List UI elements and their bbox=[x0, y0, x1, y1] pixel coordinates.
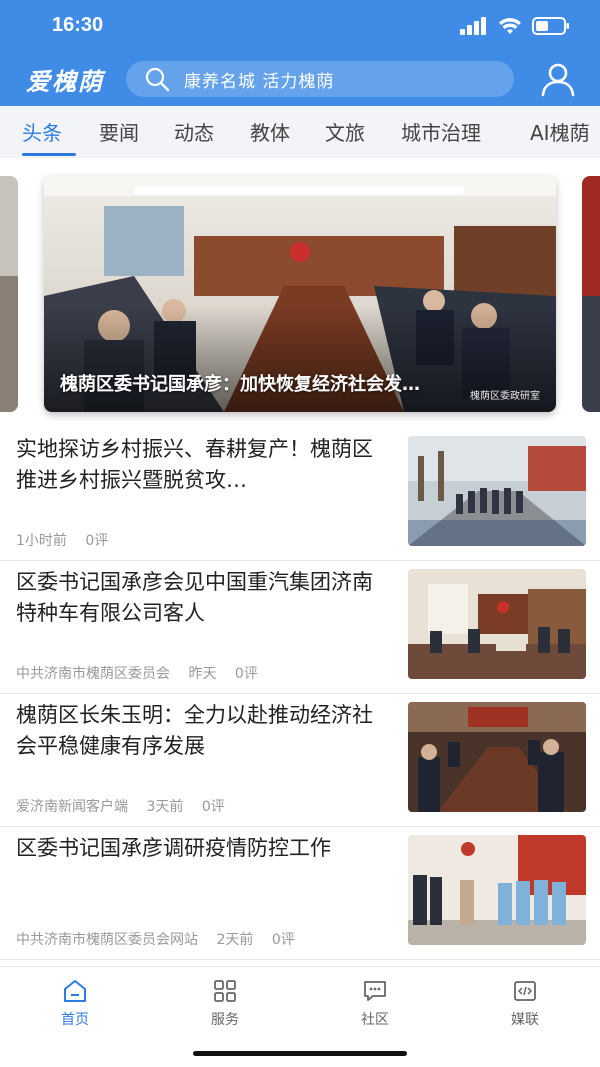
news-title[interactable]: 槐荫区长朱玉明：全力以赴推动经济社会平稳健康有序发展 bbox=[16, 700, 388, 762]
status-icons bbox=[460, 17, 570, 35]
search-icon bbox=[145, 67, 170, 92]
news-source: 中共济南市槐荫区委员会网站 bbox=[16, 932, 198, 948]
signal-icon bbox=[460, 17, 486, 35]
carousel-next-slide[interactable] bbox=[582, 176, 600, 412]
news-list: 实地探访乡村振兴、春耕复产！槐荫区推进乡村振兴暨脱贫攻… 1小时前 0评 区委书… bbox=[0, 428, 600, 960]
news-time: 昨天 bbox=[188, 666, 217, 682]
tab-ai-huaiyin[interactable]: AI槐荫 bbox=[530, 117, 590, 146]
news-meta: 中共济南市槐荫区委员会网站 2天前 0评 bbox=[16, 929, 309, 949]
news-title[interactable]: 区委书记国承彦调研疫情防控工作 bbox=[16, 833, 388, 895]
news-comment-count: 0评 bbox=[234, 666, 258, 682]
news-item[interactable]: 区委书记国承彦调研疫情防控工作 中共济南市槐荫区委员会网站 2天前 0评 bbox=[0, 827, 600, 960]
news-source: 中共济南市槐荫区委员会 bbox=[16, 666, 170, 682]
category-tab-bar: 头条 要闻 动态 教体 文旅 城市治理 AI槐荫 bbox=[0, 106, 600, 158]
headline-carousel[interactable]: 槐荫区委书记国承彦：加快恢复经济社会发… 槐荫区委政研室 bbox=[0, 158, 600, 428]
news-item[interactable]: 槐荫区长朱玉明：全力以赴推动经济社会平稳健康有序发展 爱济南新闻客户端 3天前 … bbox=[0, 694, 600, 827]
search-input[interactable]: 康养名城 活力槐荫 bbox=[126, 61, 514, 97]
nav-services-label: 服务 bbox=[211, 1012, 239, 1028]
tab-city-governance[interactable]: 城市治理 bbox=[401, 117, 481, 146]
carousel-caption: 槐荫区委书记国承彦：加快恢复经济社会发… bbox=[60, 374, 420, 395]
news-comment-count: 0评 bbox=[85, 533, 109, 549]
nav-community[interactable]: 社区 bbox=[335, 979, 415, 1029]
status-bar: 16:30 bbox=[0, 0, 600, 52]
tab-education-sports[interactable]: 教体 bbox=[250, 117, 290, 146]
app-logo: 爱槐荫 bbox=[26, 67, 104, 96]
tab-updates[interactable]: 动态 bbox=[174, 117, 214, 146]
tab-important-news[interactable]: 要闻 bbox=[99, 117, 139, 146]
tab-culture-tourism[interactable]: 文旅 bbox=[325, 117, 365, 146]
carousel-slide-meeting[interactable]: 槐荫区委书记国承彦：加快恢复经济社会发… 槐荫区委政研室 bbox=[44, 176, 556, 412]
news-meta: 中共济南市槐荫区委员会 昨天 0评 bbox=[16, 663, 272, 683]
search-placeholder: 康养名城 活力槐荫 bbox=[184, 71, 335, 92]
news-thumbnail[interactable] bbox=[408, 436, 586, 546]
status-time: 16:30 bbox=[52, 14, 104, 36]
nav-services[interactable]: 服务 bbox=[185, 979, 265, 1029]
nav-community-label: 社区 bbox=[361, 1012, 389, 1028]
nav-media[interactable]: 媒联 bbox=[485, 979, 565, 1029]
news-source: 爱济南新闻客户端 bbox=[16, 799, 128, 815]
news-thumbnail[interactable] bbox=[408, 702, 586, 812]
news-time: 1小时前 bbox=[16, 533, 67, 549]
home-icon bbox=[64, 980, 86, 1002]
code-icon bbox=[514, 981, 536, 1001]
grid-icon bbox=[214, 980, 236, 1002]
chat-icon bbox=[364, 981, 386, 1001]
app-header: 爱槐荫 康养名城 活力槐荫 bbox=[0, 52, 600, 106]
news-time: 2天前 bbox=[216, 932, 254, 948]
news-title[interactable]: 实地探访乡村振兴、春耕复产！槐荫区推进乡村振兴暨脱贫攻… bbox=[16, 434, 388, 496]
bottom-navigation: 首页 服务 社区 媒联 bbox=[0, 966, 600, 1067]
battery-icon bbox=[532, 17, 569, 35]
news-comment-count: 0评 bbox=[271, 932, 295, 948]
user-profile-icon[interactable] bbox=[540, 61, 576, 97]
news-thumbnail[interactable] bbox=[408, 835, 586, 945]
active-tab-indicator bbox=[22, 153, 76, 156]
nav-home-label: 首页 bbox=[61, 1012, 89, 1028]
news-meta: 1小时前 0评 bbox=[16, 530, 122, 550]
home-indicator[interactable] bbox=[193, 1051, 407, 1056]
news-meta: 爱济南新闻客户端 3天前 0评 bbox=[16, 796, 239, 816]
wifi-icon bbox=[499, 18, 521, 34]
news-thumbnail[interactable] bbox=[408, 569, 586, 679]
news-item[interactable]: 实地探访乡村振兴、春耕复产！槐荫区推进乡村振兴暨脱贫攻… 1小时前 0评 bbox=[0, 428, 600, 561]
news-time: 3天前 bbox=[146, 799, 184, 815]
carousel-watermark: 槐荫区委政研室 bbox=[470, 391, 540, 402]
tab-headlines[interactable]: 头条 bbox=[22, 117, 62, 146]
carousel-prev-slide[interactable] bbox=[0, 176, 18, 412]
nav-media-label: 媒联 bbox=[511, 1012, 539, 1028]
news-comment-count: 0评 bbox=[201, 799, 225, 815]
nav-home[interactable]: 首页 bbox=[35, 979, 115, 1029]
news-item[interactable]: 区委书记国承彦会见中国重汽集团济南特种车有限公司客人 中共济南市槐荫区委员会 昨… bbox=[0, 561, 600, 694]
news-title[interactable]: 区委书记国承彦会见中国重汽集团济南特种车有限公司客人 bbox=[16, 567, 388, 629]
